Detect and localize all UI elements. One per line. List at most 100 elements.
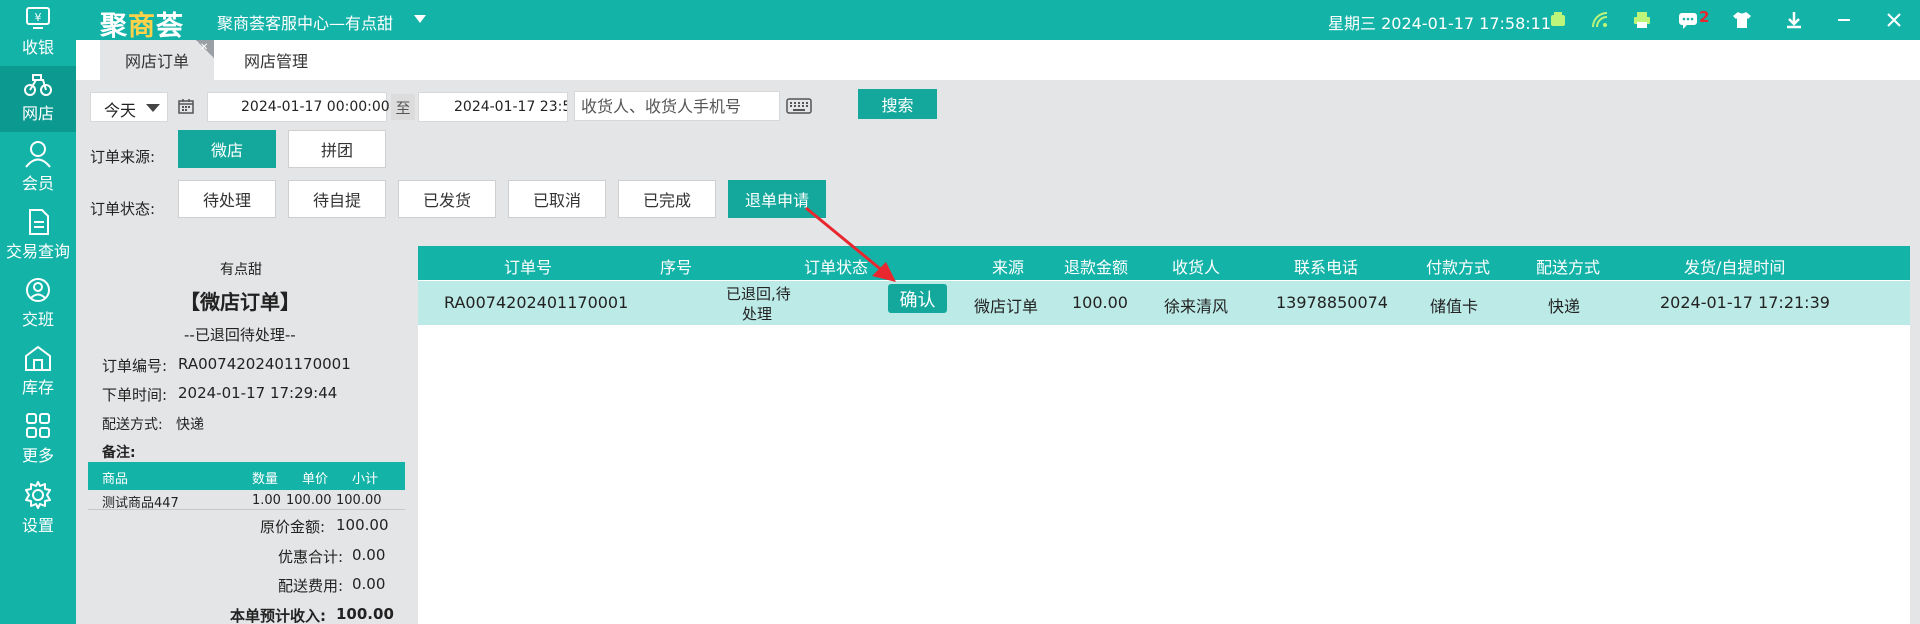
receipt-shop-name: 有点甜 (220, 262, 262, 278)
cell-receiver: 徐来清风 (1164, 297, 1229, 316)
search-button[interactable]: 搜索 (858, 89, 937, 119)
receipt-title: 【微店订单】 (180, 290, 300, 314)
receipt-order-no-label: 订单编号: (102, 357, 168, 375)
tab-bar (76, 40, 1920, 80)
cell-delivery: 快递 (1548, 297, 1581, 316)
cell-refund: 100.00 (1072, 293, 1128, 312)
sidebar-item-transactions[interactable]: 交易查询 (0, 202, 76, 268)
status-completed-button[interactable]: 已完成 (618, 180, 716, 218)
shirt-icon[interactable] (1730, 8, 1754, 32)
calendar-icon[interactable] (178, 98, 194, 118)
receipt-divider (88, 509, 405, 510)
cell-order-no: RA0074202401170001 (444, 293, 629, 312)
sidebar-item-label: 更多 (21, 446, 54, 465)
app-logo: 聚商荟 (100, 11, 184, 42)
svg-text:¥: ¥ (35, 11, 42, 24)
receipt-orig-value: 100.00 (336, 516, 389, 534)
status-pickup-button[interactable]: 待自提 (288, 180, 386, 218)
cell-status-line2: 处理 (742, 305, 773, 323)
tab-webshop-manage[interactable]: 网店管理 (226, 40, 326, 80)
sidebar-item-member[interactable]: 会员 (0, 134, 76, 200)
receipt-item-subtotal: 100.00 (336, 493, 382, 508)
col-source: 来源 (992, 258, 1025, 277)
annotation-arrow-icon (805, 206, 896, 282)
sidebar-item-webshop[interactable]: 网店 (0, 66, 76, 132)
bike-icon (24, 74, 52, 96)
sidebar-item-inventory[interactable]: 库存 (0, 338, 76, 404)
minimize-icon[interactable] (1832, 8, 1856, 32)
col-time: 发货/自提时间 (1684, 258, 1786, 277)
status-shipped-button[interactable]: 已发货 (398, 180, 496, 218)
receipt-order-no: RA0074202401170001 (178, 355, 351, 373)
receipt-discount-label: 优惠合计: (278, 548, 344, 566)
sidebar-item-shift[interactable]: 交班 (0, 270, 76, 336)
source-group-button[interactable]: 拼团 (288, 130, 386, 168)
col-delivery: 配送方式 (1536, 258, 1601, 277)
col-payment: 付款方式 (1426, 258, 1491, 277)
receipt-col-goods: 商品 (102, 472, 129, 487)
receipt-col-price: 单价 (302, 472, 329, 487)
date-from-value: 2024-01-17 00:00:00 (241, 99, 390, 115)
cell-status-line1: 已退回,待 (726, 285, 791, 303)
sidebar-item-label: 网店 (21, 104, 54, 123)
sidebar-item-label: 设置 (21, 516, 54, 535)
cell-time: 2024-01-17 17:21:39 (1660, 293, 1830, 312)
message-icon[interactable] (1676, 8, 1700, 32)
receipt-items-header: 商品 数量 单价 小计 (88, 462, 405, 490)
cash-register-icon: ¥ (26, 7, 50, 29)
device-icon[interactable] (1546, 8, 1570, 32)
wifi-icon[interactable] (1588, 8, 1612, 32)
handover-icon (26, 278, 50, 302)
receipt-delivery-label: 配送方式: (102, 417, 163, 433)
clock-datetime: 星期三 2024-01-17 17:58:11 (1328, 14, 1552, 33)
cell-source: 微店订单 (974, 297, 1039, 316)
receipt-income-value: 100.00 (336, 605, 394, 623)
orders-table-header: 订单号 序号 订单状态 来源 退款金额 收货人 联系电话 付款方式 配送方式 发… (418, 246, 1910, 280)
sidebar-item-settings[interactable]: 设置 (0, 474, 76, 540)
warehouse-icon (25, 345, 51, 371)
sidebar-item-cashier[interactable]: ¥ 收银 (0, 0, 76, 66)
sidebar-item-label: 交易查询 (5, 242, 70, 261)
col-order-no: 订单号 (504, 258, 553, 277)
date-to-value: 2024-01-17 23:59 (454, 99, 567, 115)
printer-icon[interactable] (1630, 8, 1654, 32)
chevron-down-icon (146, 104, 160, 112)
receipt-order-time: 2024-01-17 17:29:44 (178, 384, 338, 402)
table-row[interactable]: RA0074202401170001 已退回,待 处理 微店订单 100.00 … (418, 281, 1910, 325)
cell-phone: 13978850074 (1276, 293, 1388, 312)
receipt-delivery: 快递 (176, 417, 204, 433)
chevron-down-icon[interactable] (414, 15, 426, 23)
download-icon[interactable] (1782, 8, 1806, 32)
col-seq: 序号 (660, 258, 693, 277)
close-icon[interactable] (1882, 8, 1906, 32)
tab-close-icon[interactable]: ✕ (200, 42, 208, 53)
sidebar-item-label: 收银 (21, 38, 54, 57)
to-label: 至 (391, 94, 415, 120)
search-input[interactable] (574, 91, 780, 121)
receipt-col-subtotal: 小计 (352, 472, 379, 487)
message-count-badge: 2 (1699, 8, 1710, 26)
receipt-remark-label: 备注: (102, 445, 136, 461)
col-refund: 退款金额 (1064, 258, 1129, 277)
sidebar-item-label: 库存 (21, 378, 54, 397)
receipt-item-qty: 1.00 (252, 493, 281, 508)
receipt-shipping-label: 配送费用: (278, 577, 344, 595)
receipt-orig-label: 原价金额: (260, 518, 326, 536)
document-icon (29, 209, 49, 235)
receipt-col-qty: 数量 (252, 472, 279, 487)
receipt-shipping-value: 0.00 (352, 575, 386, 593)
cell-payment: 储值卡 (1430, 297, 1479, 316)
receipt-state: --已退回待处理-- (184, 326, 296, 344)
order-status-label: 订单状态: (90, 200, 156, 218)
sidebar-item-label: 会员 (21, 174, 54, 193)
receipt-income-label: 本单预计收入: (230, 607, 326, 624)
store-title[interactable]: 聚商荟客服中心—有点甜 (217, 10, 393, 34)
grid-icon (26, 413, 50, 438)
status-pending-button[interactable]: 待处理 (178, 180, 276, 218)
sidebar-item-more[interactable]: 更多 (0, 406, 76, 472)
status-cancelled-button[interactable]: 已取消 (508, 180, 606, 218)
keyboard-icon[interactable] (786, 98, 812, 118)
receipt-discount-value: 0.00 (352, 546, 386, 564)
source-weidian-button[interactable]: 微店 (178, 130, 276, 168)
receipt-item-price: 100.00 (286, 493, 332, 508)
